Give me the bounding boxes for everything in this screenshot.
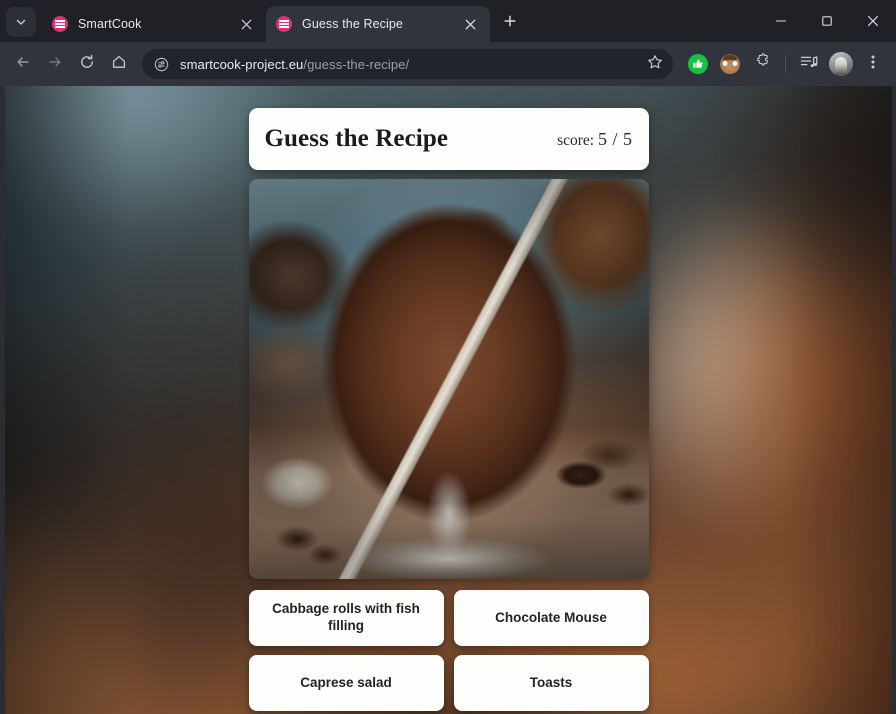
recipe-lines-icon bbox=[52, 16, 68, 32]
home-icon bbox=[111, 54, 127, 75]
extensions-button[interactable] bbox=[747, 49, 777, 79]
answer-button-3[interactable]: Caprese salad bbox=[248, 655, 444, 711]
browser-toolbar: smartcook-project.eu/guess-the-recipe/ bbox=[0, 42, 896, 86]
close-window-button[interactable] bbox=[850, 0, 896, 42]
tab-strip: SmartCook Guess the Recipe bbox=[0, 0, 896, 42]
tab-guess-the-recipe[interactable]: Guess the Recipe bbox=[266, 6, 490, 42]
star-icon bbox=[647, 54, 663, 75]
url-host: smartcook-project.eu bbox=[180, 56, 304, 72]
new-tab-button[interactable] bbox=[496, 9, 524, 37]
game-card-column: Guess the Recipe score: 5 / 5 Cabbage ro… bbox=[248, 108, 649, 714]
close-icon[interactable] bbox=[236, 14, 256, 34]
answer-button-4[interactable]: Toasts bbox=[453, 655, 649, 711]
face-extension-icon bbox=[720, 54, 740, 74]
profile-button[interactable] bbox=[826, 49, 856, 79]
game-header-card: Guess the Recipe score: 5 / 5 bbox=[248, 108, 649, 170]
minimize-button[interactable] bbox=[758, 0, 804, 42]
browser-window: SmartCook Guess the Recipe smartcook-pro… bbox=[0, 0, 896, 714]
back-arrow-icon bbox=[15, 54, 31, 75]
answer-button-1[interactable]: Cabbage rolls with fish filling bbox=[248, 590, 444, 646]
site-settings-icon[interactable] bbox=[150, 53, 172, 75]
page-title: Guess the Recipe bbox=[264, 125, 449, 152]
recipe-lines-icon bbox=[276, 16, 292, 32]
puzzle-piece-icon bbox=[754, 53, 771, 75]
tab-search-button[interactable] bbox=[6, 7, 36, 37]
recipe-photo bbox=[248, 179, 649, 579]
forward-button[interactable] bbox=[40, 49, 70, 79]
score-value: 5 / 5 bbox=[597, 128, 633, 149]
three-dot-menu-icon bbox=[871, 54, 875, 75]
profile-avatar-icon bbox=[829, 52, 853, 76]
extension-thumbs-up-button[interactable] bbox=[683, 49, 713, 79]
url-text: smartcook-project.eu/guess-the-recipe/ bbox=[180, 57, 643, 72]
answer-button-2[interactable]: Chocolate Mouse bbox=[453, 590, 649, 646]
browser-menu-button[interactable] bbox=[858, 49, 888, 79]
reload-icon bbox=[79, 54, 95, 75]
tab-title: Guess the Recipe bbox=[302, 17, 403, 31]
photo-vignette bbox=[248, 179, 649, 579]
answer-options: Cabbage rolls with fish filling Chocolat… bbox=[248, 590, 649, 711]
media-button[interactable] bbox=[794, 49, 824, 79]
url-path: /guess-the-recipe/ bbox=[303, 56, 410, 72]
tab-title: SmartCook bbox=[78, 17, 142, 31]
toolbar-divider bbox=[785, 55, 786, 73]
score-display: score: 5 / 5 bbox=[557, 129, 632, 150]
media-playlist-icon bbox=[800, 54, 818, 75]
tab-smartcook[interactable]: SmartCook bbox=[42, 6, 266, 42]
reload-button[interactable] bbox=[72, 49, 102, 79]
address-bar[interactable]: smartcook-project.eu/guess-the-recipe/ bbox=[142, 49, 673, 79]
forward-arrow-icon bbox=[47, 54, 63, 75]
plus-icon bbox=[503, 14, 517, 33]
window-controls bbox=[758, 0, 896, 42]
game-page: Guess the Recipe score: 5 / 5 Cabbage ro… bbox=[5, 86, 892, 714]
maximize-button[interactable] bbox=[804, 0, 850, 42]
back-button[interactable] bbox=[8, 49, 38, 79]
extension-face-button[interactable] bbox=[715, 49, 745, 79]
home-button[interactable] bbox=[104, 49, 134, 79]
chevron-down-icon bbox=[15, 16, 27, 28]
close-icon[interactable] bbox=[460, 14, 480, 34]
bookmark-button[interactable] bbox=[643, 52, 667, 76]
score-label: score: bbox=[557, 131, 595, 149]
thumbs-up-extension-icon bbox=[688, 54, 708, 74]
page-viewport: Guess the Recipe score: 5 / 5 Cabbage ro… bbox=[0, 86, 896, 714]
